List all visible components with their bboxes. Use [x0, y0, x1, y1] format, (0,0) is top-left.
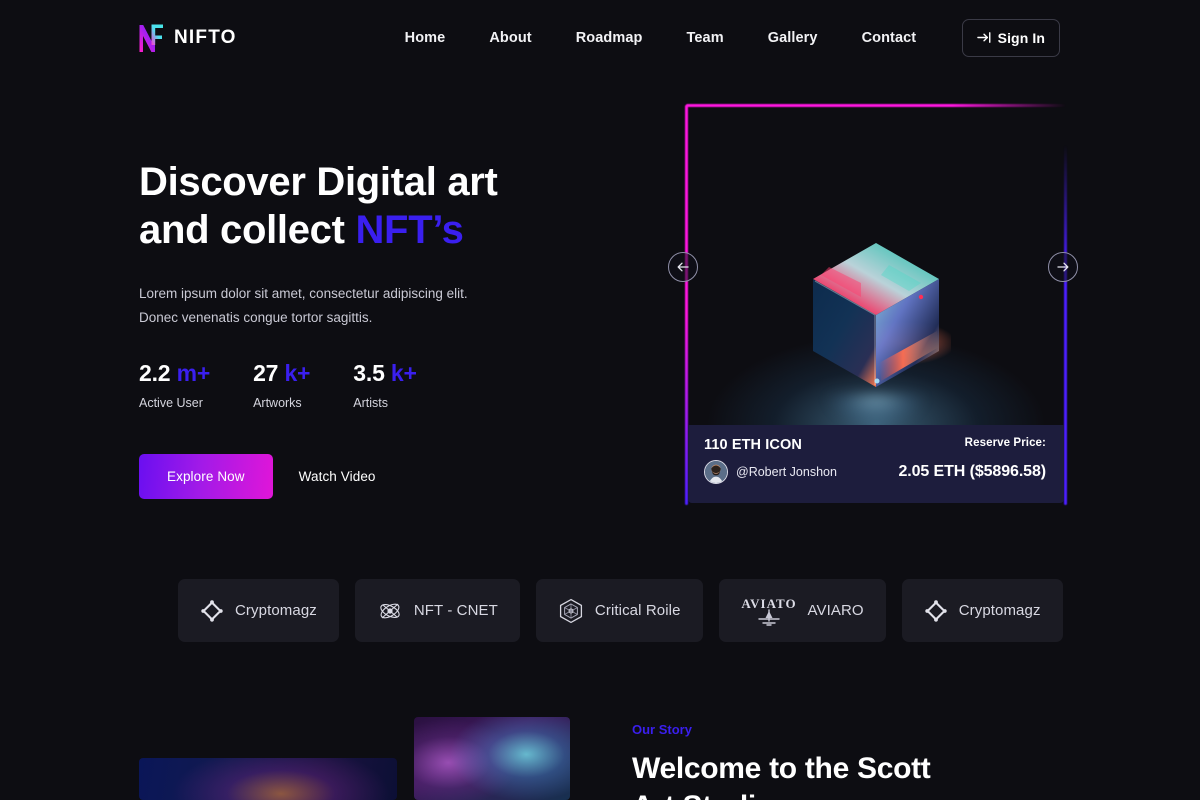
partner-cryptomagz-2[interactable]: Cryptomagz: [901, 579, 1063, 642]
nft-title: 110 ETH ICON: [704, 437, 802, 453]
carousel-prev-button[interactable]: [668, 252, 698, 282]
partner-critical-roile[interactable]: Critical Roile: [535, 579, 703, 642]
arrow-right-icon: [1057, 262, 1069, 272]
stat-value: 3.5 k+: [353, 360, 417, 387]
stat-artworks: 27 k+ Artworks: [253, 360, 310, 410]
diamond-nodes-icon: [924, 599, 947, 622]
nav-item-team[interactable]: Team: [664, 30, 745, 46]
stat-label: Artworks: [253, 396, 302, 410]
hero-subtitle-line-2: Donec venenatis congue tortor sagittis.: [139, 310, 373, 325]
story-section: Our Story Welcome to the Scott Art Studi…: [632, 722, 1052, 800]
stat-active-user: 2.2 m+ Active User: [139, 360, 210, 410]
nft-card-body: 110 ETH ICON Reserve Price: @Robert Jons…: [688, 107, 1064, 503]
hero-subtitle-line-1: Lorem ipsum dolor sit amet, consectetur …: [139, 286, 468, 301]
partner-nft-cnet[interactable]: NFT - CNET: [354, 579, 520, 642]
nav-item-contact[interactable]: Contact: [840, 30, 939, 46]
hero-title-accent: NFT’s: [355, 208, 464, 252]
featured-nft-card[interactable]: 110 ETH ICON Reserve Price: @Robert Jons…: [685, 104, 1067, 505]
stat-number: 3.5: [353, 360, 385, 386]
hexagon-dice-icon: [559, 598, 582, 623]
hero-subtitle: Lorem ipsum dolor sit amet, consectetur …: [139, 282, 659, 330]
nft-owner-name: @Robert Jonshon: [736, 465, 837, 479]
nav-item-home[interactable]: Home: [405, 30, 468, 46]
stat-value: 2.2 m+: [139, 360, 210, 387]
carousel-next-button[interactable]: [1048, 252, 1078, 282]
explore-now-button[interactable]: Explore Now: [139, 454, 273, 499]
partner-label: NFT - CNET: [413, 602, 498, 619]
nebula-creature-artwork-thumbnail[interactable]: [414, 717, 570, 800]
partner-label: Cryptomagz: [235, 602, 317, 619]
galaxy-artwork-thumbnail[interactable]: [139, 758, 397, 800]
nft-info-top-row: 110 ETH ICON Reserve Price:: [704, 437, 1046, 453]
stat-unit: k+: [390, 360, 417, 386]
nft-info-bottom-row: @Robert Jonshon 2.05 ETH ($5896.58): [704, 460, 1046, 484]
nft-card-info: 110 ETH ICON Reserve Price: @Robert Jons…: [688, 425, 1064, 503]
stat-unit: k+: [284, 360, 311, 386]
hero-statistics: 2.2 m+ Active User 27 k+ Artworks 3.5 k+…: [139, 360, 659, 410]
stat-label: Active User: [139, 396, 203, 410]
sign-in-button[interactable]: Sign In: [961, 18, 1060, 57]
sign-in-label: Sign In: [997, 29, 1045, 46]
svg-text:AVIATO: AVIATO: [741, 596, 796, 611]
partner-label: AVIARO: [807, 602, 864, 619]
story-title-line-2: Art Studios: [632, 790, 791, 800]
partner-label: Critical Roile: [594, 602, 681, 619]
hero-call-to-action: Explore Now Watch Video: [139, 454, 659, 499]
hero-content: Discover Digital art and collect NFT’s L…: [139, 158, 659, 499]
stat-number: 27: [253, 360, 279, 386]
partner-logos: Cryptomagz NFT - CNET Critical Roile AVI…: [178, 579, 1063, 642]
avatar: [704, 460, 728, 484]
hero-title-line-1: Discover Digital art: [139, 160, 498, 204]
stat-artists: 3.5 k+ Artists: [353, 360, 417, 410]
iridescent-3d-cube-artwork: [813, 243, 951, 387]
partner-label: Cryptomagz: [958, 602, 1041, 619]
nav-item-roadmap[interactable]: Roadmap: [554, 30, 665, 46]
nft-price: 2.05 ETH ($5896.58): [898, 463, 1046, 480]
arrow-left-icon: [677, 262, 689, 272]
site-header: NIFTO Home About Roadmap Team Gallery Co…: [0, 0, 1200, 75]
stat-label: Artists: [353, 396, 389, 410]
story-title: Welcome to the Scott Art Studios: [632, 750, 1052, 800]
stat-unit: m+: [176, 360, 211, 386]
nav-item-about[interactable]: About: [467, 30, 553, 46]
brand-name: NIFTO: [174, 26, 237, 48]
login-arrow-icon: [976, 32, 991, 43]
brand-logo[interactable]: NIFTO: [138, 23, 237, 53]
nifto-nf-monogram-icon: [139, 24, 163, 52]
nav-item-gallery[interactable]: Gallery: [746, 30, 840, 46]
partner-aviaro[interactable]: AVIATO AVIARO: [718, 579, 886, 642]
stat-value: 27 k+: [253, 360, 310, 387]
stat-number: 2.2: [139, 360, 171, 386]
page-title: Discover Digital art and collect NFT’s: [139, 158, 659, 254]
reserve-price-label: Reserve Price:: [964, 437, 1046, 449]
nft-artwork: [688, 107, 1064, 425]
hero-title-line-2: and collect: [139, 208, 356, 252]
owner-avatar-photo: [705, 461, 727, 483]
aviato-plane-icon: AVIATO: [741, 596, 796, 626]
story-eyebrow: Our Story: [632, 722, 692, 737]
main-navigation: Home About Roadmap Team Gallery Contact: [405, 30, 939, 46]
diamond-nodes-icon: [201, 599, 223, 622]
card-glow-right-edge: [1064, 145, 1067, 505]
abstract-orbit-icon: [380, 603, 400, 618]
landing-page: NIFTO Home About Roadmap Team Gallery Co…: [0, 0, 1200, 800]
watch-video-button[interactable]: Watch Video: [299, 469, 376, 484]
story-title-line-1: Welcome to the Scott: [632, 752, 931, 785]
nft-owner[interactable]: @Robert Jonshon: [704, 460, 837, 484]
partner-cryptomagz-1[interactable]: Cryptomagz: [178, 579, 339, 642]
